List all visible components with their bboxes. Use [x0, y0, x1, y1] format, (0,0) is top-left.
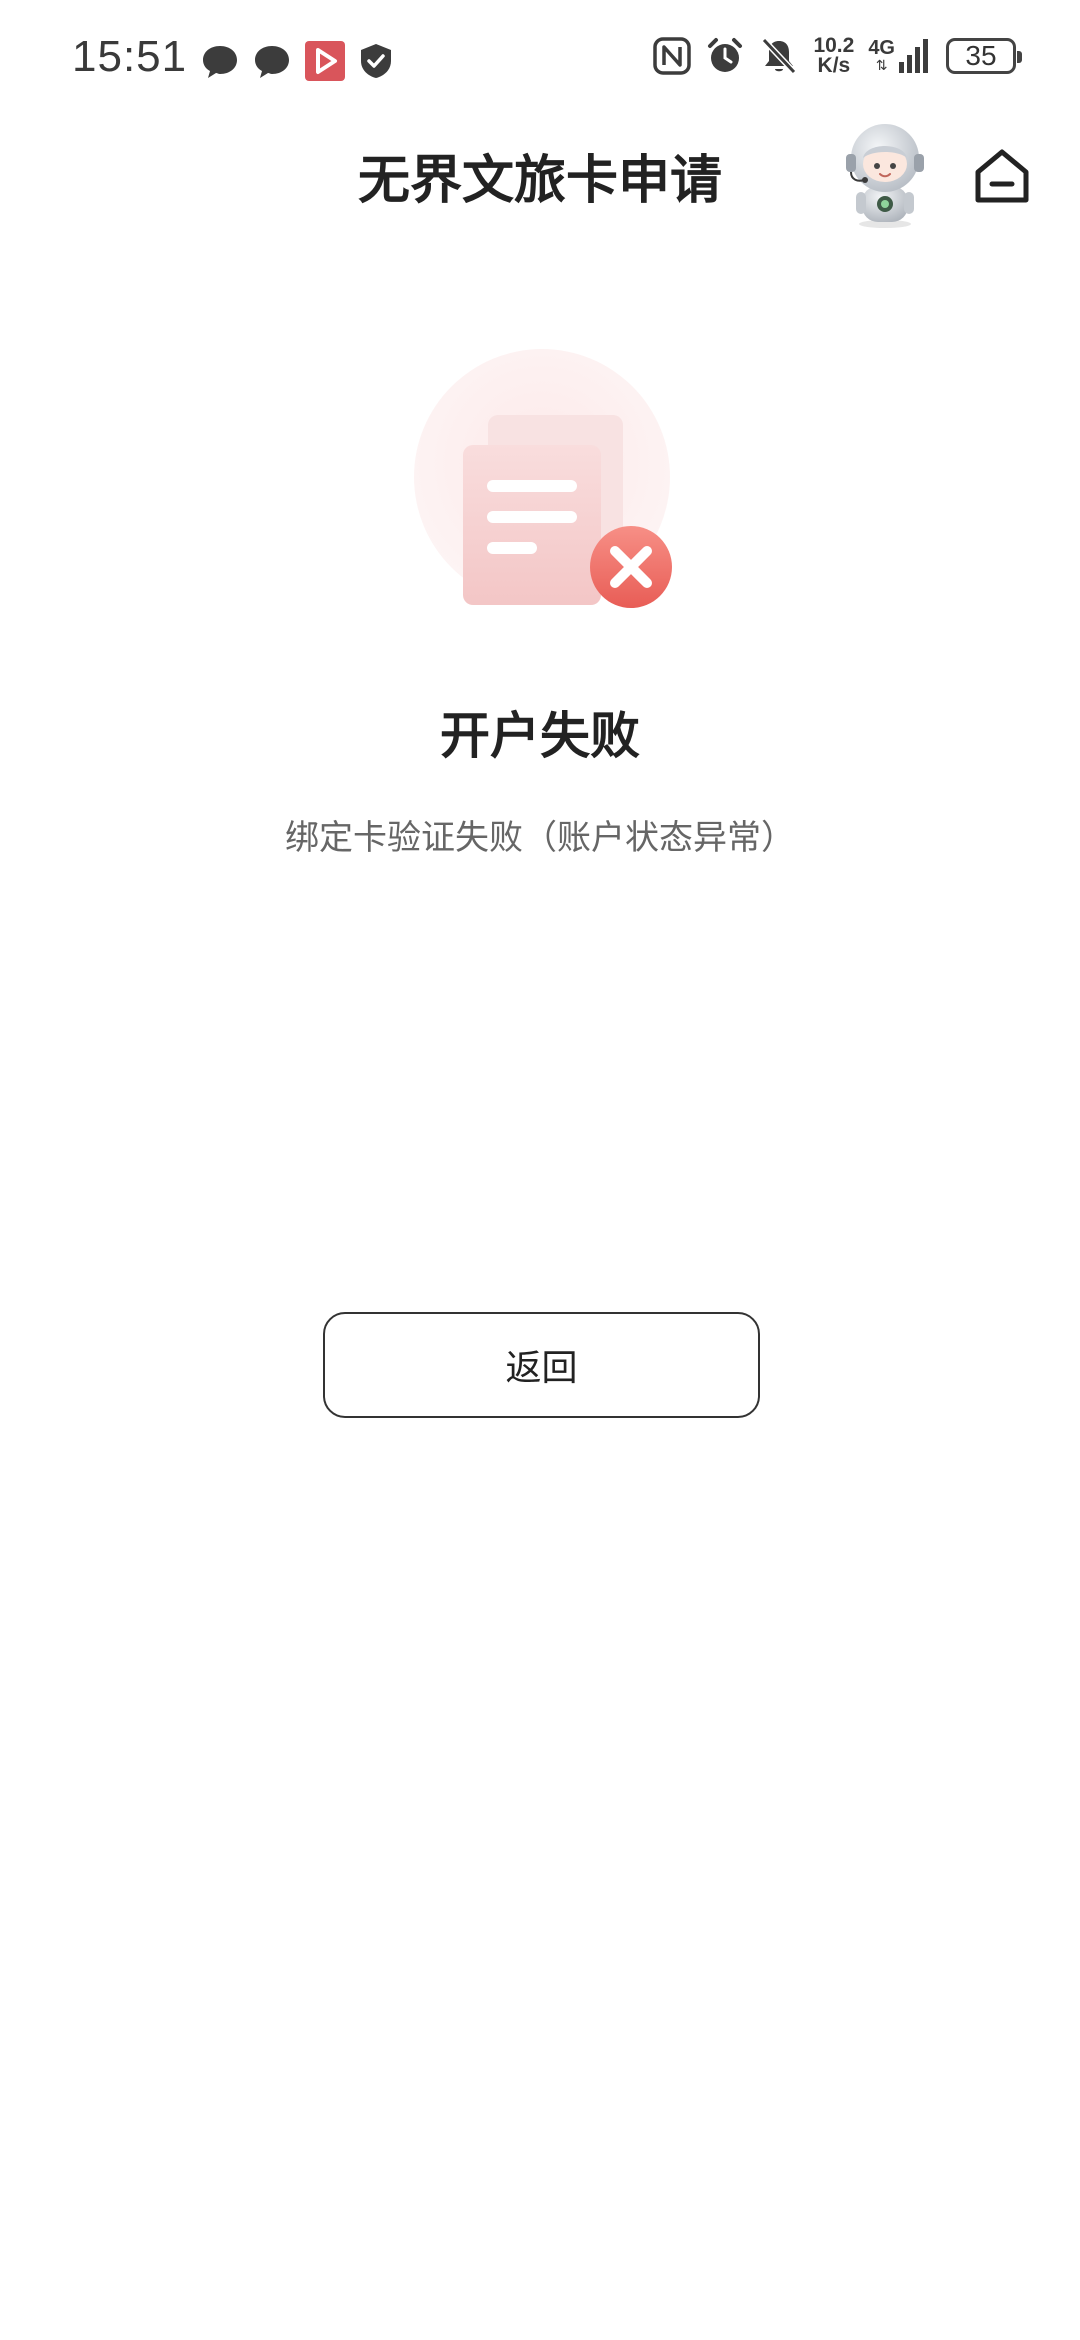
home-icon[interactable]	[970, 144, 1034, 208]
network-speed: 10.2 K/s	[813, 34, 855, 77]
signal-icon	[899, 39, 928, 73]
alarm-icon	[708, 38, 743, 72]
battery-indicator: 35	[946, 38, 1022, 74]
shield-check-icon	[361, 44, 391, 78]
bell-muted-icon	[762, 37, 797, 75]
chat-bubble-icon	[203, 46, 237, 78]
robot-assistant-icon[interactable]	[832, 120, 938, 230]
cellular-indicator: 4G ⇅	[868, 38, 932, 74]
page: 15:51 10.2 K/s 4G ⇅ 35 无界文旅卡申请 开户失败 绑定卡验…	[0, 0, 1080, 2340]
chat-bubble-icon	[255, 46, 289, 78]
network-type: 4G	[868, 37, 895, 59]
nfc-icon	[653, 37, 692, 75]
network-speed-unit: K/s	[817, 54, 851, 77]
status-notification-icons	[200, 40, 394, 82]
status-system-icons: 10.2 K/s 4G ⇅ 35	[653, 34, 1022, 77]
status-time: 15:51	[72, 32, 188, 81]
result-message: 绑定卡验证失败（账户状态异常）	[285, 818, 795, 858]
back-button[interactable]: 返回	[323, 1312, 760, 1418]
document-failed-icon	[414, 349, 672, 608]
battery-level: 35	[965, 40, 997, 71]
header: 无界文旅卡申请	[0, 120, 1080, 230]
status-bar: 15:51 10.2 K/s 4G ⇅ 35	[0, 0, 1080, 120]
data-arrows-icon: ⇅	[875, 58, 888, 74]
back-button-label: 返回	[505, 1348, 578, 1389]
network-speed-value: 10.2	[813, 34, 855, 57]
result-title: 开户失败	[440, 707, 640, 765]
video-app-icon	[305, 41, 345, 81]
